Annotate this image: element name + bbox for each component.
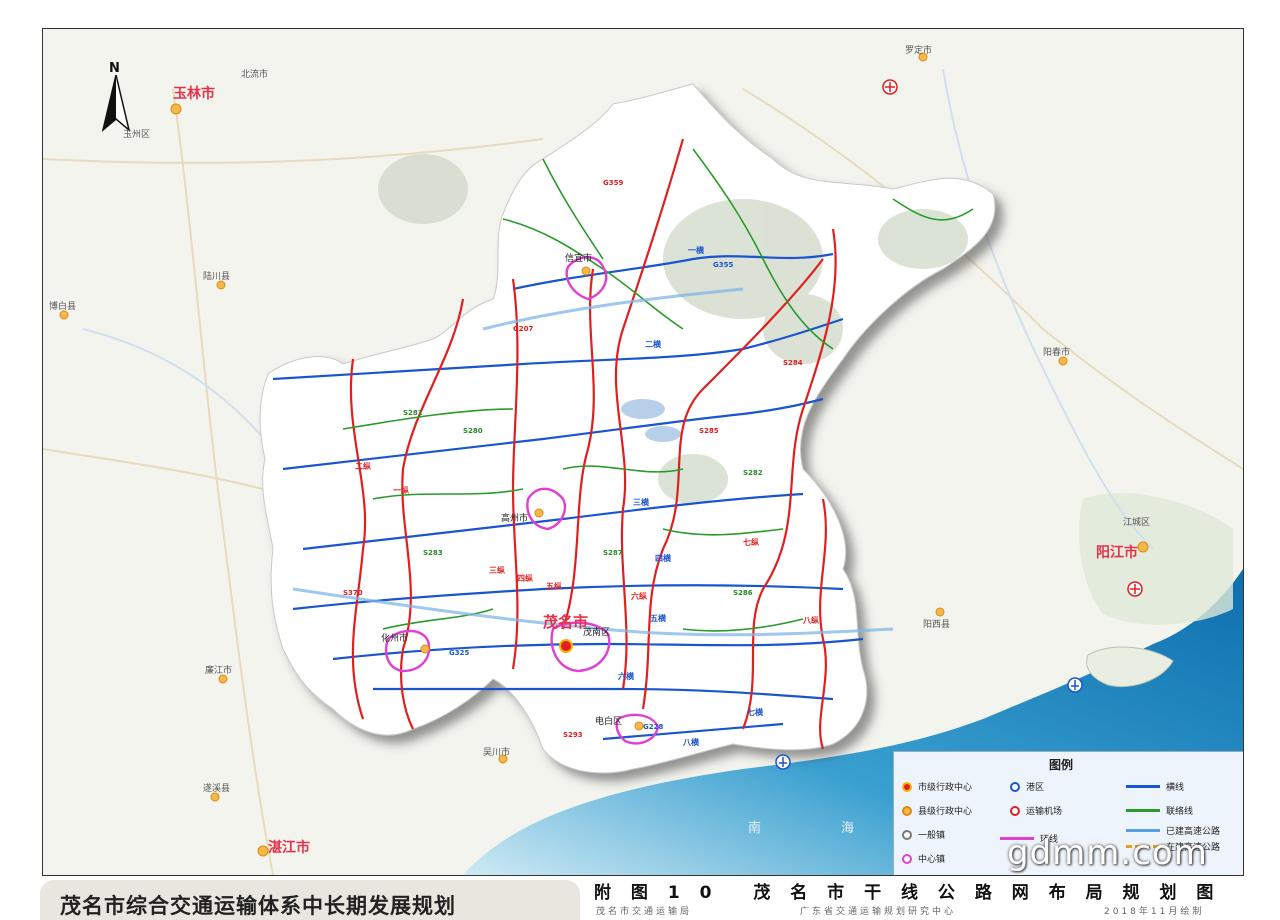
figure-number: 附 图 1 0 xyxy=(594,883,719,903)
city-maoming: 茂名市 xyxy=(543,613,589,631)
road-code: S282 xyxy=(743,469,763,477)
legend-county-center: 县级行政中心 xyxy=(902,804,972,817)
road-code: S370 xyxy=(343,589,363,597)
road-code: S287 xyxy=(603,549,623,557)
corridor-v5: 五纵 xyxy=(546,582,562,591)
county-center-icon xyxy=(902,805,912,816)
legend-town: 一般镇 xyxy=(902,828,945,841)
label-yangxi: 阳西县 xyxy=(923,620,951,630)
expressway-built-icon xyxy=(1126,829,1160,832)
label-beiliu: 北流市 xyxy=(241,70,269,80)
central-town-icon xyxy=(902,853,912,864)
corridor-h2: 二横 xyxy=(645,340,661,349)
figure-title: 附 图 1 0 茂 名 市 干 线 公 路 网 布 局 规 划 图 xyxy=(594,878,1220,903)
compass-arrow-icon xyxy=(101,75,131,133)
label-yangchun: 阳春市 xyxy=(1043,348,1071,358)
label-luoding: 罗定市 xyxy=(905,46,933,56)
road-code: S293 xyxy=(563,731,583,739)
corridor-h1: 一横 xyxy=(688,246,704,255)
label-luchuan: 陆川县 xyxy=(203,272,231,282)
legend-port: 港区 xyxy=(1010,780,1044,793)
label-yuzhou: 玉州区 xyxy=(123,130,151,140)
airport-icon xyxy=(1010,805,1020,816)
road-code: G207 xyxy=(513,325,534,333)
watermark: gdmm.com xyxy=(1007,833,1208,873)
road-code: S284 xyxy=(783,359,803,367)
label-xinyi: 信宜市 xyxy=(565,254,593,264)
city-center-icon xyxy=(902,781,912,792)
corridor-h5: 五横 xyxy=(650,614,666,623)
plan-title: 茂名市综合交通运输体系中长期发展规划 xyxy=(60,894,456,918)
city-zhanjiang: 湛江市 xyxy=(268,840,310,856)
corridor-h6: 六横 xyxy=(618,672,634,681)
label-huazhou: 化州市 xyxy=(381,634,409,644)
corridor-v8: 八纵 xyxy=(803,616,819,625)
horizontal-line-icon xyxy=(1126,785,1160,788)
road-code: S285 xyxy=(699,427,719,435)
link-line-icon xyxy=(1126,809,1160,812)
road-code: G355 xyxy=(713,261,734,269)
figure-caption: 茂 名 市 干 线 公 路 网 布 局 规 划 图 xyxy=(753,883,1221,903)
label-dianbai: 电白区 xyxy=(595,717,623,727)
road-code: S283 xyxy=(423,549,443,557)
label-wuchuan: 吴川市 xyxy=(483,748,511,758)
town-icon xyxy=(902,829,912,840)
label-sea-sea: 海 xyxy=(841,821,855,836)
legend-central-town: 中心镇 xyxy=(902,852,945,865)
footer-research-center: 广东省交通运输规划研究中心 xyxy=(800,907,957,917)
label-lianjiang: 廉江市 xyxy=(205,666,233,676)
label-maonan: 茂南区 xyxy=(583,628,611,638)
label-suixi: 遂溪县 xyxy=(203,784,231,794)
corridor-v3: 三纵 xyxy=(489,566,505,575)
corridor-v1: 一纵 xyxy=(393,486,409,495)
city-yangjiang: 阳江市 xyxy=(1096,545,1138,561)
corridor-h8: 八横 xyxy=(683,738,699,747)
corridor-h3: 三横 xyxy=(633,498,649,507)
label-sea-south: 南 xyxy=(748,821,762,836)
corridor-v4: 四纵 xyxy=(517,574,533,583)
corridor-v7: 七纵 xyxy=(743,538,759,547)
legend-title: 图例 xyxy=(1049,758,1074,772)
corridor-h7: 七横 xyxy=(747,708,763,717)
road-code: G228 xyxy=(643,723,664,731)
road-code: G325 xyxy=(449,649,470,657)
road-code: S286 xyxy=(733,589,753,597)
footer-left-panel: 茂名市综合交通运输体系中长期发展规划 xyxy=(40,880,580,920)
road-code: G359 xyxy=(603,179,624,187)
map-canvas xyxy=(43,52,1243,875)
label-jiangcheng: 江城区 xyxy=(1123,518,1151,528)
label-bobai: 博白县 xyxy=(49,302,77,312)
port-icon xyxy=(1010,781,1020,792)
footer: 茂名市综合交通运输体系中长期发展规划 附 图 1 0 茂 名 市 干 线 公 路… xyxy=(0,876,1280,920)
north-label: N xyxy=(109,61,120,76)
label-gaozhou: 高州市 xyxy=(501,514,529,524)
legend-horizontal-line: 横线 xyxy=(1126,780,1184,793)
footer-date: 2018年11月绘制 xyxy=(1104,907,1205,917)
corridor-v6: 六纵 xyxy=(631,592,647,601)
corridor-v2: 二纵 xyxy=(355,462,371,471)
north-arrow: N xyxy=(101,61,131,133)
legend-link-line: 联络线 xyxy=(1126,804,1193,817)
road-code: S281 xyxy=(403,409,423,417)
city-yulin: 玉林市 xyxy=(173,86,215,102)
corridor-h4: 四横 xyxy=(655,554,671,563)
road-code: S280 xyxy=(463,427,483,435)
legend-airport: 运输机场 xyxy=(1010,804,1062,817)
footer-agency: 茂名市交通运输局 xyxy=(596,907,693,917)
map-frame: N 玉林市 阳江市 湛江市 茂名市 信宜市 高州市 化州市 电白区 茂南区 北流… xyxy=(42,28,1244,876)
legend-city-center: 市级行政中心 xyxy=(902,780,972,793)
